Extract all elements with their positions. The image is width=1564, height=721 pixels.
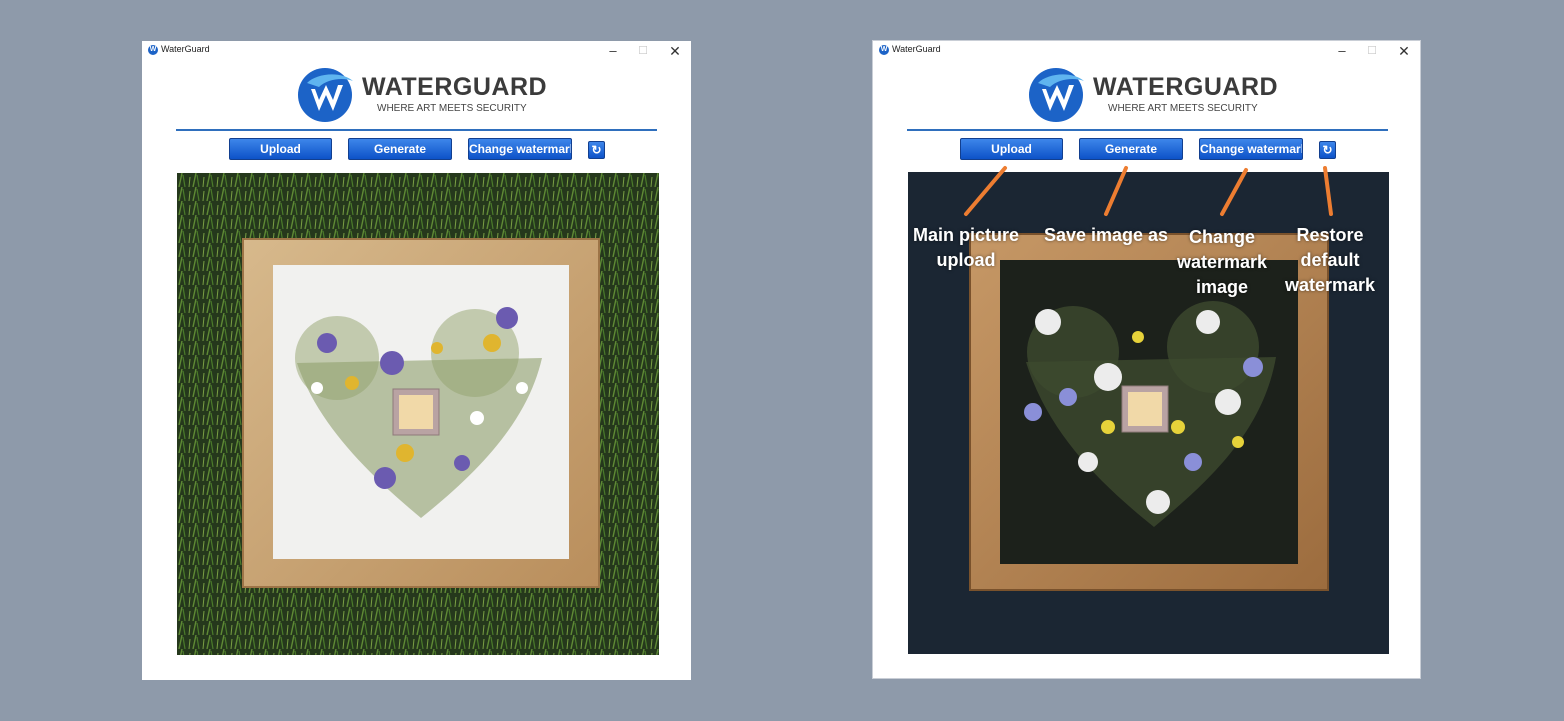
change-watermark-button[interactable]: Change watermark [1199,138,1303,160]
logo-name: WATERGUARD [362,73,548,101]
logo-tagline: WHERE ART MEETS SECURITY [377,103,527,114]
header-divider [176,129,657,131]
restore-default-watermark-button[interactable]: ↻ [1319,141,1336,159]
close-button[interactable]: ✕ [661,42,689,60]
framed-flowers-photo [177,173,659,655]
minimize-button[interactable]: – [1328,42,1356,60]
minimize-button[interactable]: – [599,42,627,60]
image-preview [177,173,659,655]
header-divider [907,129,1388,131]
logo-name: WATERGUARD [1093,73,1279,101]
app-icon: W [148,45,158,55]
logo-mark-icon [1029,68,1084,122]
app-window-left: W WaterGuard – ☐ ✕ WATERGUARD WHERE ART … [142,41,691,680]
change-watermark-button[interactable]: Change watermark [468,138,572,160]
title-bar[interactable]: W WaterGuard – ☐ ✕ [873,41,1420,61]
upload-button[interactable]: Upload [229,138,332,160]
maximize-button[interactable]: ☐ [629,42,657,60]
refresh-icon: ↻ [1322,143,1333,157]
logo-mark-icon [298,68,353,122]
refresh-icon: ↻ [591,143,602,157]
maximize-button[interactable]: ☐ [1358,42,1386,60]
image-preview [908,172,1389,654]
waterguard-logo: WATERGUARD WHERE ART MEETS SECURITY [297,65,547,125]
window-title: WaterGuard [161,44,210,54]
window-title: WaterGuard [892,44,941,54]
app-window-right: W WaterGuard – ☐ ✕ WATERGUARD WHERE ART … [872,40,1421,679]
restore-default-watermark-button[interactable]: ↻ [588,141,605,159]
logo-tagline: WHERE ART MEETS SECURITY [1108,103,1258,114]
upload-button[interactable]: Upload [960,138,1063,160]
generate-button[interactable]: Generate [1079,138,1183,160]
generate-button[interactable]: Generate [348,138,452,160]
app-icon: W [879,45,889,55]
title-bar[interactable]: W WaterGuard – ☐ ✕ [142,41,691,61]
waterguard-logo: WATERGUARD WHERE ART MEETS SECURITY [1028,65,1278,125]
close-button[interactable]: ✕ [1390,42,1418,60]
framed-flowers-photo [908,172,1389,654]
